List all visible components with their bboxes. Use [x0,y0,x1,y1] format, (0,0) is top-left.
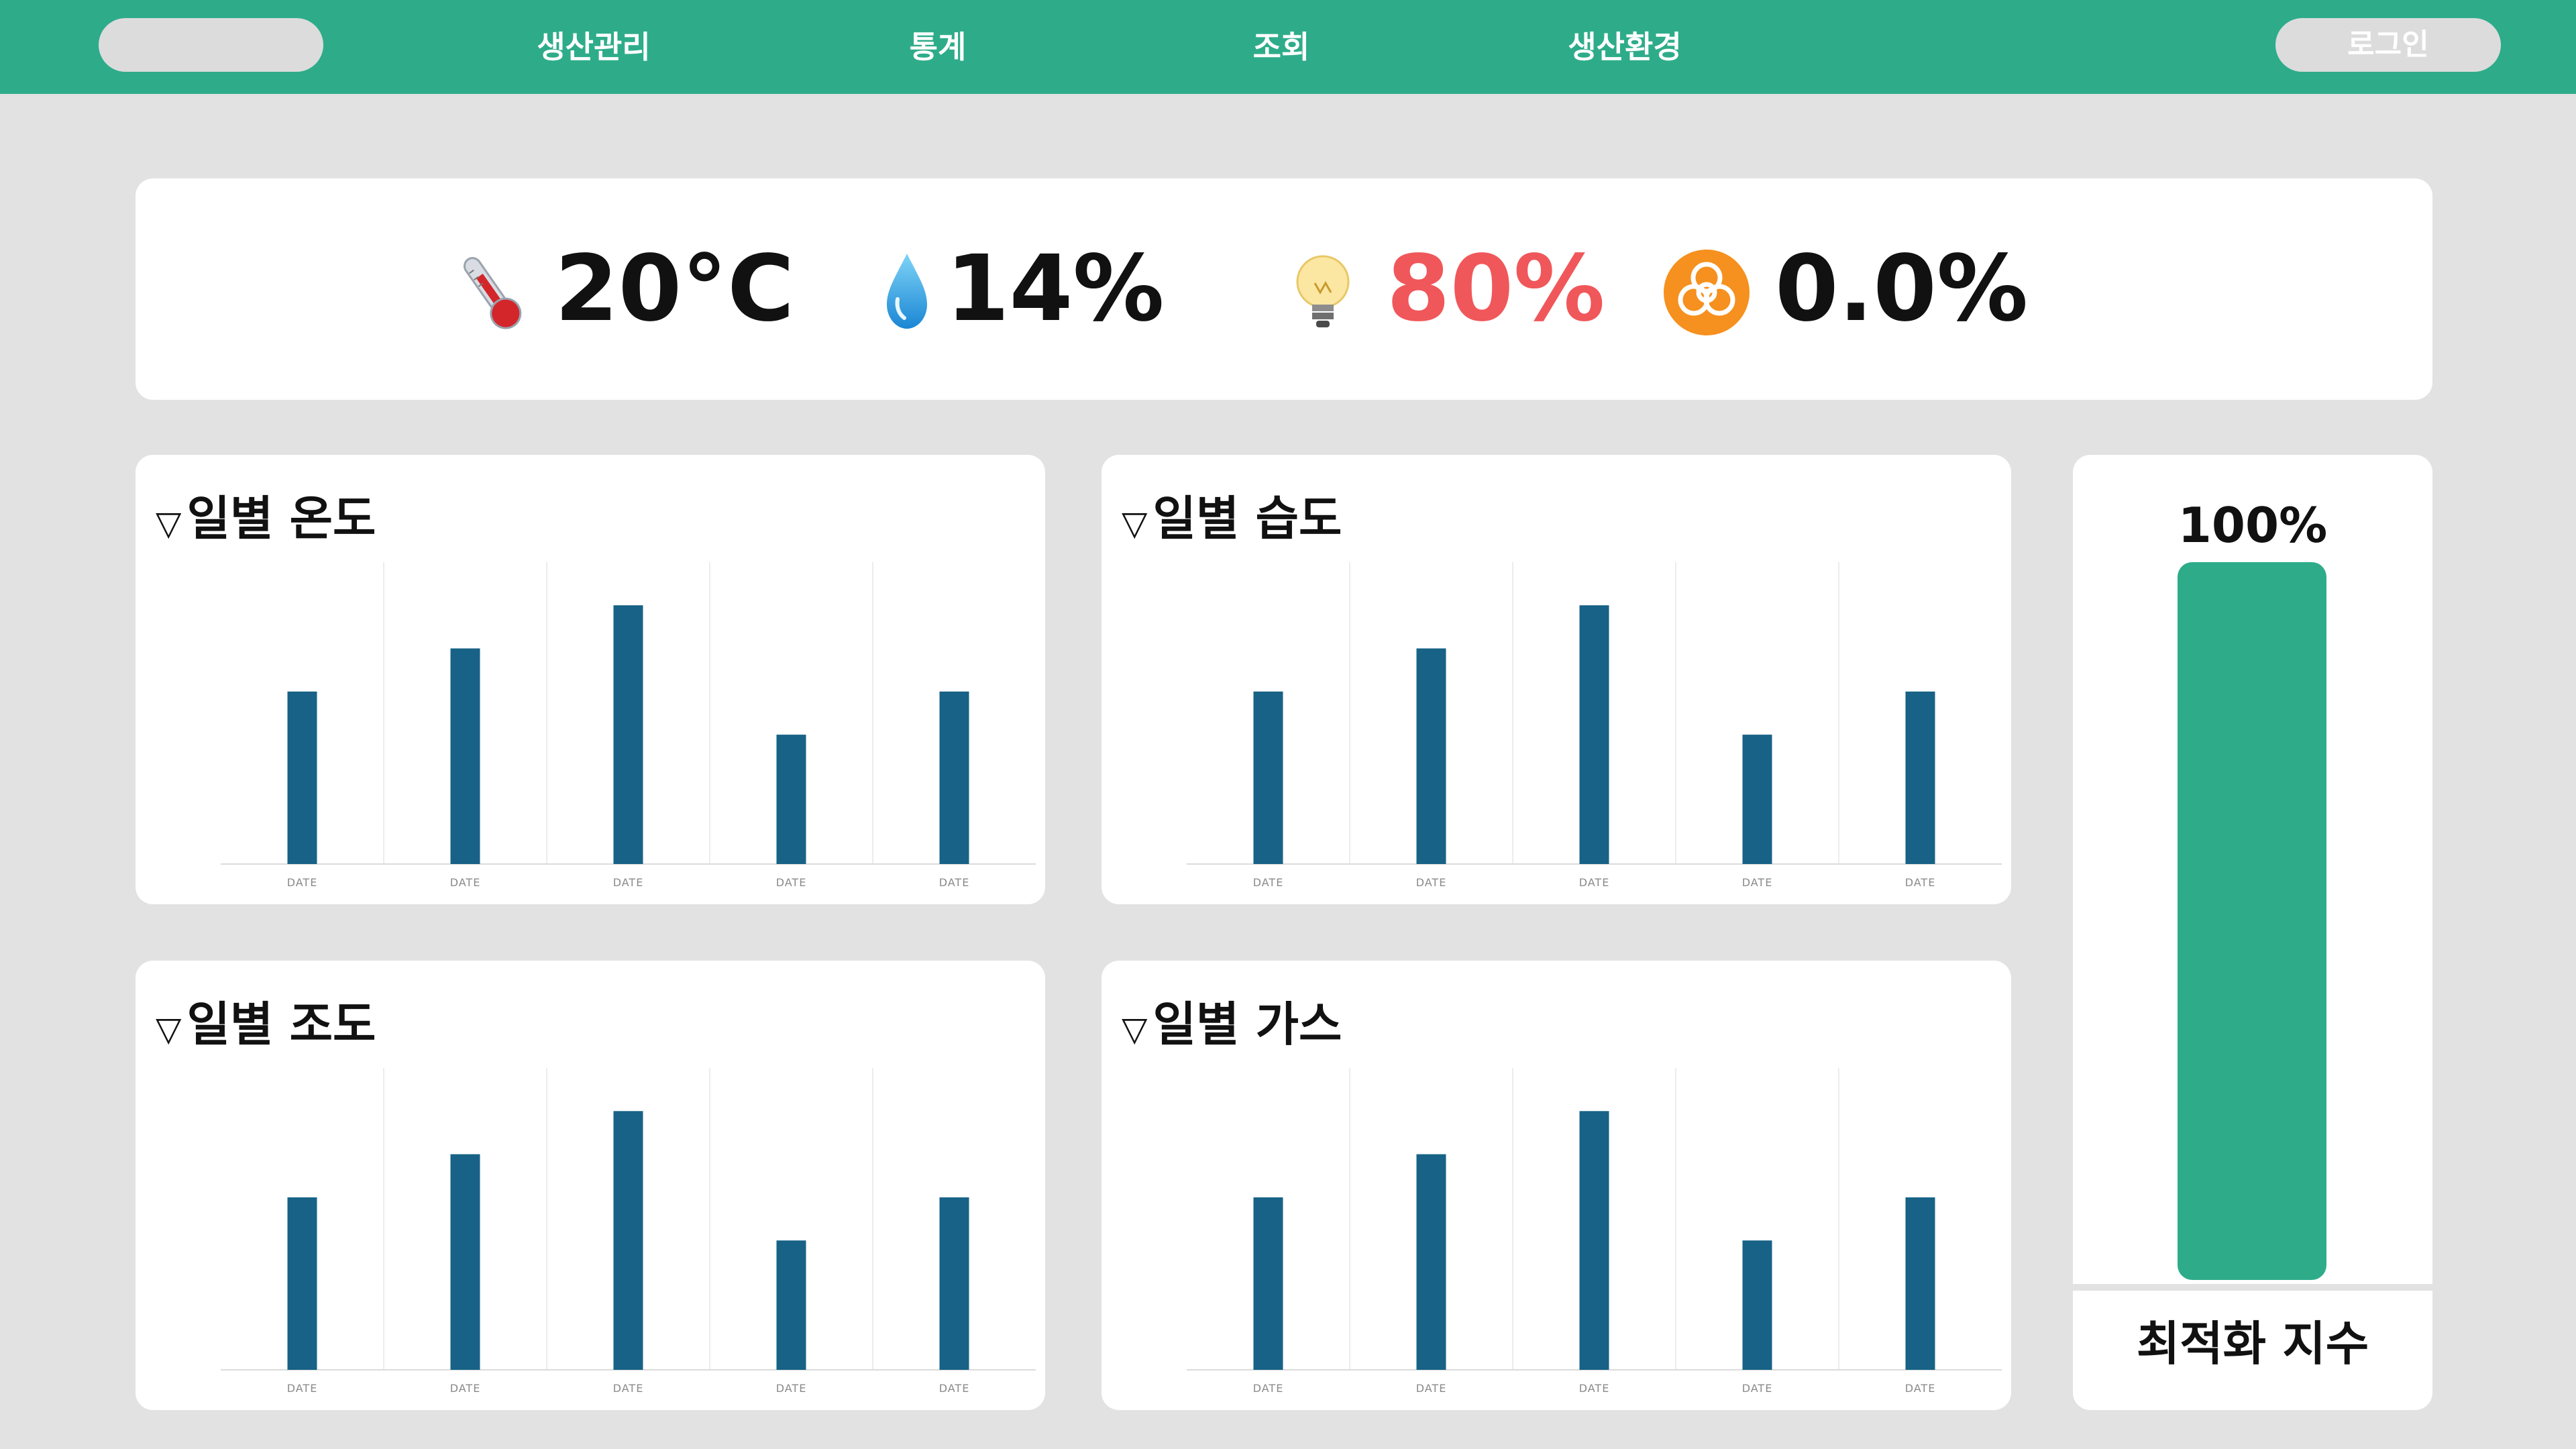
chart-card-daily-humidity: ▽ 일별 습도 DATE DATE DATE DATE DATE [1102,455,2011,904]
thermometer-icon [463,257,522,329]
bar [287,1197,317,1370]
bar [1742,735,1772,864]
optimization-gauge-fill [2178,562,2326,1280]
login-button[interactable]: 로그인 [2275,18,2501,72]
nav-item-statistics[interactable]: 통계 [830,23,1045,71]
chart-card-daily-illuminance: ▽ 일별 조도 DATE DATE DATE DATE DATE [136,961,1045,1410]
biohazard-icon [1664,250,1750,335]
light-value: 80% [1387,236,1605,342]
temperature-value: 20°C [555,236,795,342]
gas-value: 0.0% [1775,236,2029,342]
nav-item-production-management[interactable]: 생산관리 [486,23,701,71]
x-tick-label: DATE [1905,1382,1936,1395]
bar [1742,1240,1772,1370]
bar [613,1111,643,1370]
x-tick-label: DATE [1253,1382,1284,1395]
x-tick-label: DATE [287,876,318,889]
bar [1905,1197,1935,1370]
bar-chart: DATE DATE DATE DATE DATE [221,562,1036,889]
bar-chart: DATE DATE DATE DATE DATE [1187,562,2002,889]
bar [1253,691,1283,864]
x-tick-label: DATE [1579,1382,1610,1395]
x-tick-label: DATE [1253,876,1284,889]
water-drop-icon [887,254,927,329]
bar-chart: DATE DATE DATE DATE DATE [1187,1068,2002,1395]
logo-placeholder[interactable] [99,18,323,72]
top-navigation-bar: 생산관리 통계 조회 생산환경 로그인 [0,0,2576,94]
x-tick-label: DATE [939,876,970,889]
x-tick-label: DATE [1579,876,1610,889]
bar [287,691,317,864]
light-bulb-icon [1296,255,1350,327]
nav-item-lookup[interactable]: 조회 [1174,23,1389,71]
bar [613,605,643,864]
x-tick-label: DATE [1742,1382,1773,1395]
bar-chart: DATE DATE DATE DATE DATE [221,1068,1036,1395]
bar [776,1240,806,1370]
x-tick-label: DATE [613,876,644,889]
x-tick-label: DATE [613,1382,644,1395]
bar [776,735,806,864]
x-tick-label: DATE [450,1382,481,1395]
optimization-label: 최적화 지수 [2136,1316,2369,1371]
x-tick-label: DATE [1416,1382,1447,1395]
humidity-value: 14% [946,236,1165,342]
bar [1253,1197,1283,1370]
bar [1579,605,1609,864]
bar [450,1154,480,1370]
bar [450,648,480,864]
chart-card-daily-temperature: ▽ 일별 온도 DATE DATE DATE DATE DATE [136,455,1045,904]
bar [939,1197,969,1370]
x-tick-label: DATE [450,876,481,889]
bar [1416,648,1446,864]
x-tick-label: DATE [776,876,807,889]
x-tick-label: DATE [776,1382,807,1395]
x-tick-label: DATE [939,1382,970,1395]
x-tick-label: DATE [1416,876,1447,889]
optimization-index-card: 100% 최적화 지수 [2073,455,2432,1410]
nav-item-production-environment[interactable]: 생산환경 [1517,23,1732,71]
bar [1416,1154,1446,1370]
optimization-gauge [2178,562,2326,1280]
chart-card-daily-gas: ▽ 일별 가스 DATE DATE DATE DATE DATE [1102,961,2011,1410]
environment-status-panel: 20°C 14% 80% 0.0% [136,178,2432,400]
bar [1905,691,1935,864]
x-tick-label: DATE [287,1382,318,1395]
bar [1579,1111,1609,1370]
divider [2073,1284,2432,1291]
optimization-percent: 100% [2178,497,2328,553]
x-tick-label: DATE [1742,876,1773,889]
bar [939,691,969,864]
x-tick-label: DATE [1905,876,1936,889]
